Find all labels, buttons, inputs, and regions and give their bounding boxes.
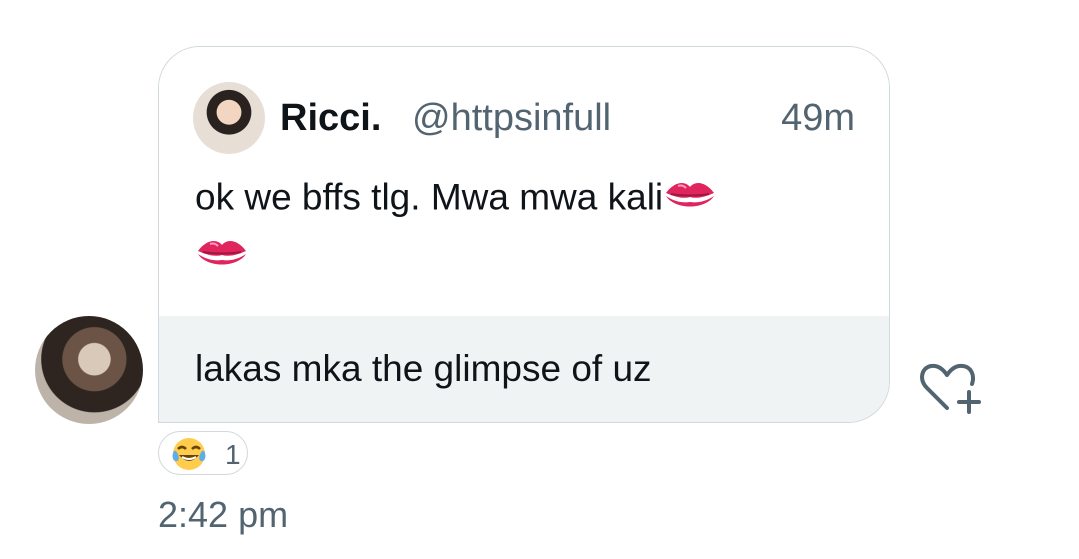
kiss-mark-icon xyxy=(663,175,717,224)
reaction-chip[interactable]: 1 xyxy=(158,431,248,475)
sender-avatar[interactable] xyxy=(35,316,143,424)
message-timestamp: 2:42 pm xyxy=(158,494,289,535)
quoted-handle: @httpsinfull xyxy=(412,97,612,139)
quoted-time: 49m xyxy=(781,97,855,139)
quoted-text-line: ok we bffs tlg. Mwa mwa kali xyxy=(195,175,717,224)
heart-plus-icon xyxy=(920,363,981,414)
reaction-count: 1 xyxy=(225,439,241,470)
quoted-text: ok we bffs tlg. Mwa mwa kali xyxy=(195,176,664,218)
message-bubble: Ricci. @httpsinfull 49m ok we bffs tlg. … xyxy=(158,46,890,423)
face-with-tears-of-joy-icon xyxy=(171,436,207,477)
quoted-avatar xyxy=(193,82,265,154)
reply-text: lakas mka the glimpse of uz xyxy=(195,348,652,389)
quoted-tweet[interactable]: Ricci. @httpsinfull 49m ok we bffs tlg. … xyxy=(159,47,889,317)
kiss-mark-icon xyxy=(195,233,249,278)
quoted-display-name: Ricci. xyxy=(280,97,382,139)
like-button[interactable] xyxy=(917,358,987,418)
reply-message[interactable]: lakas mka the glimpse of uz xyxy=(159,316,889,422)
